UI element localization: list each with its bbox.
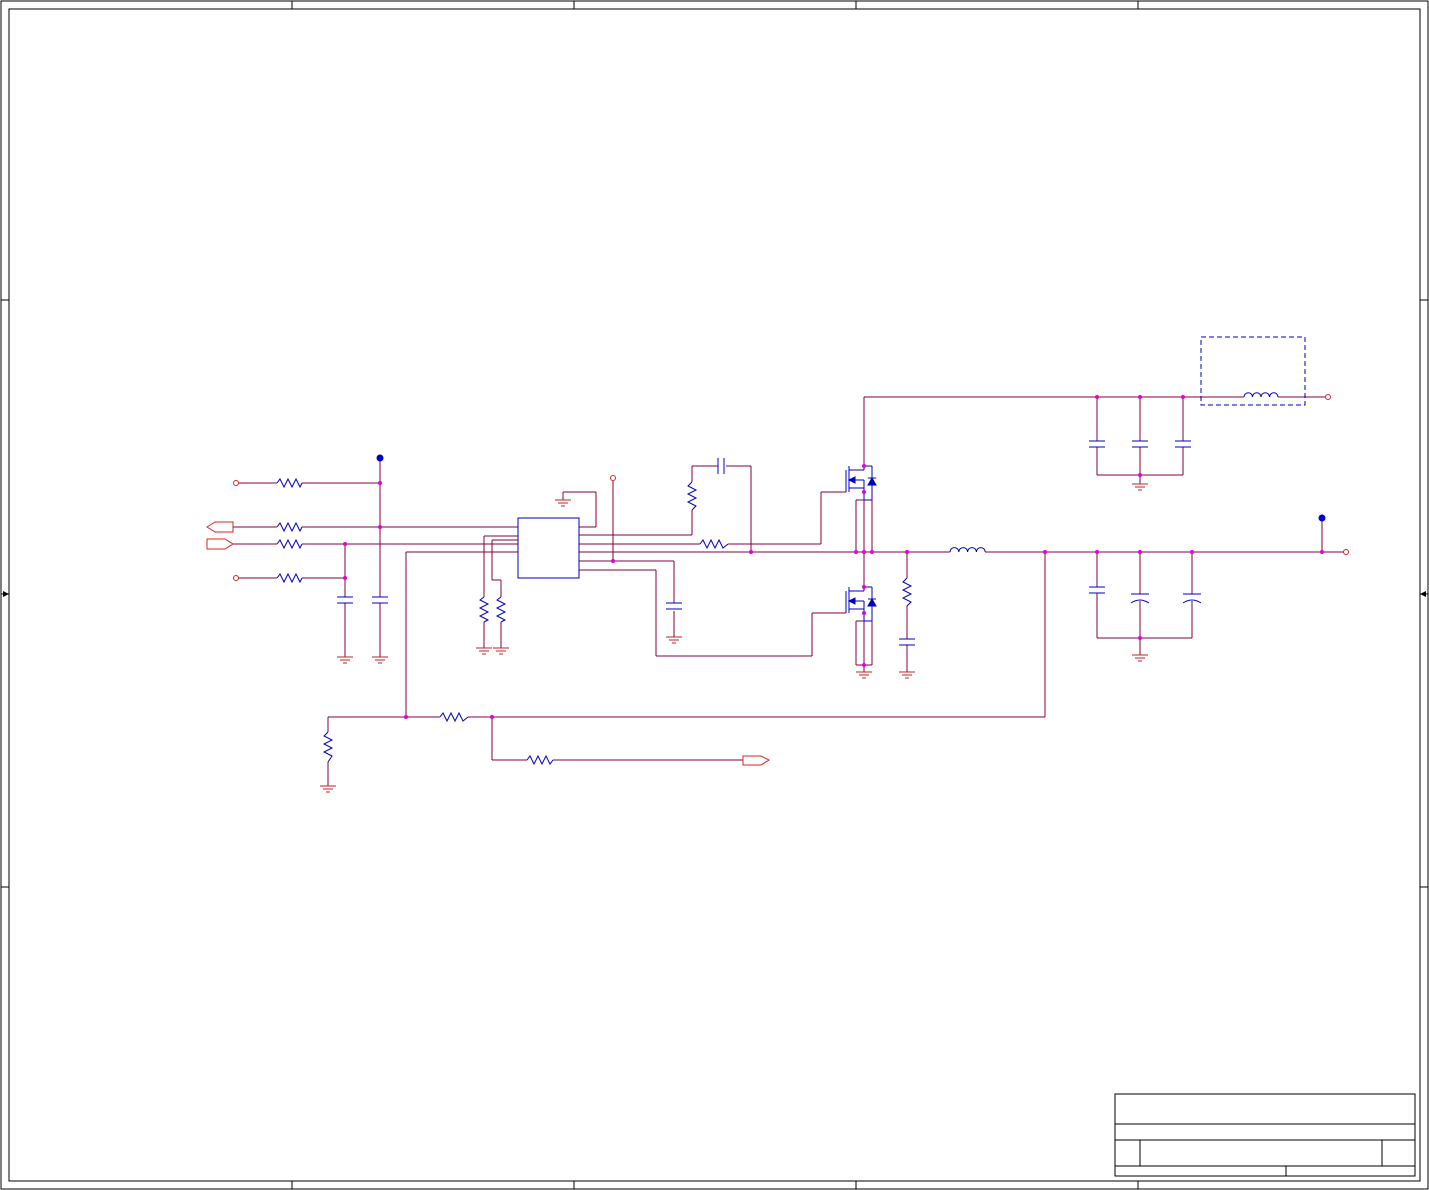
off-page-connector-input	[206, 538, 234, 550]
ground-icon	[1132, 483, 1148, 491]
junction-dot	[1320, 550, 1324, 554]
capacitor	[1089, 586, 1105, 594]
off-page-connector-output	[206, 521, 234, 533]
high-side-mosfet	[845, 465, 877, 552]
junction-dot	[1138, 395, 1142, 399]
inductor	[949, 547, 986, 553]
junction-dot	[1095, 395, 1099, 399]
junction-dot	[343, 542, 347, 546]
junction-dot	[1181, 395, 1185, 399]
resistor	[699, 538, 729, 550]
resistor	[276, 521, 303, 533]
resistor	[526, 754, 554, 766]
resistor	[901, 577, 913, 607]
junction-dot	[611, 559, 615, 563]
junction-dot	[905, 550, 909, 554]
capacitor	[1089, 440, 1105, 448]
title-block	[1114, 1093, 1416, 1177]
net-port	[1325, 394, 1331, 400]
sheet-frame	[0, 0, 1429, 1190]
inductor	[1243, 392, 1279, 398]
net-port	[233, 575, 239, 581]
junction-dot	[1095, 550, 1099, 554]
capacitor	[899, 638, 915, 646]
junction-dot	[862, 464, 866, 468]
capacitor	[1175, 440, 1191, 448]
border-arrow-icon-right	[1420, 591, 1428, 597]
wires	[233, 396, 1343, 786]
off-page-connector-output	[742, 755, 771, 766]
schematic-sheet	[0, 0, 1429, 1190]
capacitor	[1132, 440, 1148, 448]
capacitor	[666, 602, 682, 610]
ground-icon	[856, 671, 872, 679]
junction-dot	[854, 550, 858, 554]
capacitor	[717, 458, 725, 474]
power-flag	[376, 454, 384, 462]
schematic-canvas	[0, 0, 1429, 1190]
capacitor	[372, 596, 388, 604]
ground-icon	[337, 656, 353, 664]
resistor	[495, 596, 507, 623]
net-port	[1343, 549, 1349, 555]
junction-dot	[378, 525, 382, 529]
resistor	[686, 481, 698, 511]
junction-dot	[1138, 473, 1142, 477]
junction-dot	[1190, 550, 1194, 554]
low-side-mosfet	[845, 586, 877, 666]
ground-icon	[476, 647, 492, 655]
ground-icon	[320, 785, 336, 793]
resistor	[276, 572, 303, 584]
junction-dot	[749, 550, 753, 554]
junction-dot	[490, 715, 494, 719]
junction-dot	[404, 715, 408, 719]
border-arrow-icon-left	[1, 591, 9, 597]
junction-dot	[862, 663, 866, 667]
junction-dot	[343, 576, 347, 580]
resistor	[478, 596, 490, 623]
ground-icon	[493, 647, 509, 655]
resistor	[276, 538, 303, 550]
junction-dot	[1138, 636, 1142, 640]
ground-icon	[555, 499, 571, 507]
junction-dot	[1138, 550, 1142, 554]
ground-icon	[666, 636, 682, 644]
junction-dot	[378, 481, 382, 485]
resistor	[322, 731, 334, 763]
junction-dot	[870, 550, 874, 554]
junction-dot	[862, 490, 866, 494]
junction-dot	[862, 550, 866, 554]
net-port	[610, 475, 616, 481]
ground-icon	[372, 656, 388, 664]
net-port	[233, 480, 239, 486]
junction-dot	[862, 585, 866, 589]
ground-icon	[899, 671, 915, 679]
resistor	[439, 711, 469, 723]
controller-ic	[517, 517, 580, 579]
junction-dot	[1043, 550, 1047, 554]
capacitor	[337, 596, 353, 604]
ground-icon	[1132, 654, 1148, 662]
junction-dot	[862, 611, 866, 615]
resistor	[276, 477, 303, 489]
power-flag	[1318, 514, 1326, 522]
